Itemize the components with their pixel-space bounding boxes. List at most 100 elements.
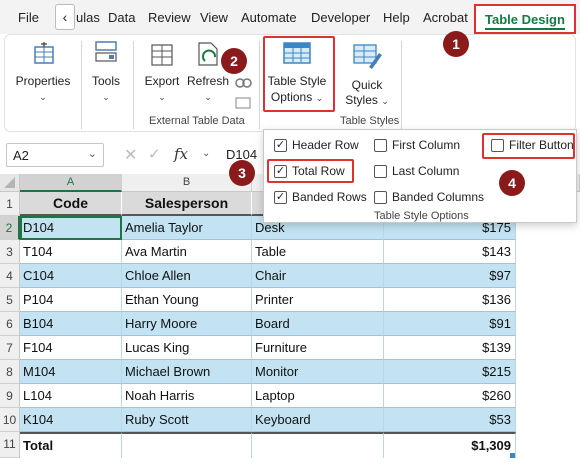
code-cell[interactable]: T104	[20, 240, 122, 264]
first-column-checkbox[interactable]	[374, 139, 387, 152]
header-row-checkbox[interactable]: ✓	[274, 139, 287, 152]
export-button[interactable]: Export ⌄	[139, 35, 185, 107]
row-header[interactable]: 1	[0, 192, 20, 216]
product-cell[interactable]: Monitor	[252, 360, 384, 384]
unlink-icon[interactable]	[233, 73, 253, 93]
sales-cell[interactable]: $136	[384, 288, 516, 312]
product-cell[interactable]: Laptop	[252, 384, 384, 408]
row-header[interactable]: 9	[0, 384, 20, 408]
menu-developer[interactable]: Developer	[311, 10, 370, 25]
salesperson-cell[interactable]: Ruby Scott	[122, 408, 252, 432]
menu-review[interactable]: Review	[148, 10, 191, 25]
column-header-a[interactable]: A	[20, 174, 122, 192]
insert-function-button[interactable]: fx	[174, 145, 188, 163]
tools-icon	[95, 41, 117, 62]
chevron-down-icon: ⌄	[381, 96, 389, 106]
row-header[interactable]: 11	[0, 432, 20, 458]
enter-icon[interactable]: ✓	[148, 145, 161, 163]
product-cell[interactable]: Table	[252, 240, 384, 264]
name-box-value: A2	[13, 148, 29, 163]
code-cell[interactable]: C104	[20, 264, 122, 288]
salesperson-cell[interactable]: Ethan Young	[122, 288, 252, 312]
sales-cell[interactable]: $53	[384, 408, 516, 432]
code-cell[interactable]: B104	[20, 312, 122, 336]
table-resize-handle[interactable]	[510, 453, 515, 458]
open-in-browser-icon[interactable]	[233, 95, 253, 111]
total-row-cell[interactable]	[252, 432, 384, 458]
menu-file[interactable]: File	[18, 10, 39, 25]
row-header[interactable]: 5	[0, 288, 20, 312]
salesperson-cell[interactable]: Ava Martin	[122, 240, 252, 264]
properties-icon	[34, 42, 54, 64]
row-header[interactable]: 8	[0, 360, 20, 384]
ribbon-scroll-left-button[interactable]: ‹	[55, 4, 75, 30]
banded-columns-option[interactable]: Banded Columns	[374, 189, 484, 207]
last-column-option[interactable]: Last Column	[374, 163, 474, 181]
code-cell[interactable]: F104	[20, 336, 122, 360]
total-row-cell[interactable]	[122, 432, 252, 458]
code-cell[interactable]: L104	[20, 384, 122, 408]
menu-help[interactable]: Help	[383, 10, 410, 25]
product-cell[interactable]: Keyboard	[252, 408, 384, 432]
code-cell[interactable]: M104	[20, 360, 122, 384]
total-value-cell[interactable]: $1,309	[384, 432, 516, 458]
row-header[interactable]: 7	[0, 336, 20, 360]
sales-cell[interactable]: $143	[384, 240, 516, 264]
sales-cell[interactable]: $139	[384, 336, 516, 360]
table-header-salesperson[interactable]: Salesperson	[122, 192, 252, 216]
refresh-icon	[198, 42, 218, 66]
salesperson-cell[interactable]: Michael Brown	[122, 360, 252, 384]
table-header-code[interactable]: Code	[20, 192, 122, 216]
quick-styles-button[interactable]: Quick Styles ⌄	[341, 35, 393, 109]
row-header[interactable]: 4	[0, 264, 20, 288]
refresh-button[interactable]: Refresh ⌄	[185, 35, 231, 107]
banded-rows-checkbox[interactable]: ✓	[274, 191, 287, 204]
menu-bar: File ‹ ulas Data Review View Automate De…	[0, 0, 580, 34]
salesperson-cell[interactable]: Amelia Taylor	[122, 216, 252, 240]
salesperson-cell[interactable]: Noah Harris	[122, 384, 252, 408]
product-cell[interactable]: Board	[252, 312, 384, 336]
chevron-down-icon: ⌄	[87, 148, 97, 160]
code-cell[interactable]: P104	[20, 288, 122, 312]
refresh-label: Refresh	[186, 74, 230, 88]
sales-cell[interactable]: $215	[384, 360, 516, 384]
row-header[interactable]: 3	[0, 240, 20, 264]
ribbon-separator	[133, 41, 134, 129]
banded-rows-option[interactable]: ✓ Banded Rows	[274, 189, 374, 207]
sales-cell[interactable]: $97	[384, 264, 516, 288]
sales-cell[interactable]: $260	[384, 384, 516, 408]
ribbon-separator	[401, 41, 402, 129]
sales-cell[interactable]: $91	[384, 312, 516, 336]
row-header[interactable]: 10	[0, 408, 20, 432]
menu-automate[interactable]: Automate	[241, 10, 297, 25]
menu-data[interactable]: Data	[108, 10, 135, 25]
first-column-option[interactable]: First Column	[374, 137, 474, 155]
highlight-total-row	[267, 159, 354, 183]
product-cell[interactable]: Furniture	[252, 336, 384, 360]
banded-columns-checkbox[interactable]	[374, 191, 387, 204]
product-cell[interactable]: Printer	[252, 288, 384, 312]
chevron-down-icon[interactable]: ⌄	[202, 148, 210, 159]
menu-formulas[interactable]: ulas	[76, 10, 100, 25]
salesperson-cell[interactable]: Chloe Allen	[122, 264, 252, 288]
row-header[interactable]: 6	[0, 312, 20, 336]
salesperson-cell[interactable]: Harry Moore	[122, 312, 252, 336]
menu-view[interactable]: View	[200, 10, 228, 25]
total-label-cell[interactable]: Total	[20, 432, 122, 458]
cancel-icon[interactable]: ✕	[124, 145, 137, 165]
header-row-option[interactable]: ✓ Header Row	[274, 137, 374, 155]
tab-table-design[interactable]: Table Design	[474, 4, 576, 34]
salesperson-cell[interactable]: Lucas King	[122, 336, 252, 360]
last-column-checkbox[interactable]	[374, 165, 387, 178]
row-header[interactable]: 2	[0, 216, 20, 240]
select-all-corner[interactable]	[0, 174, 20, 192]
export-icon	[151, 44, 173, 66]
step-marker-2: 2	[221, 48, 247, 74]
code-cell[interactable]: K104	[20, 408, 122, 432]
name-box[interactable]: A2 ⌄	[6, 143, 104, 167]
product-cell[interactable]: Chair	[252, 264, 384, 288]
properties-button[interactable]: Properties ⌄	[5, 35, 81, 107]
menu-acrobat[interactable]: Acrobat	[423, 10, 468, 25]
tools-button[interactable]: Tools ⌄	[83, 35, 129, 107]
code-cell[interactable]: D104	[20, 216, 122, 240]
